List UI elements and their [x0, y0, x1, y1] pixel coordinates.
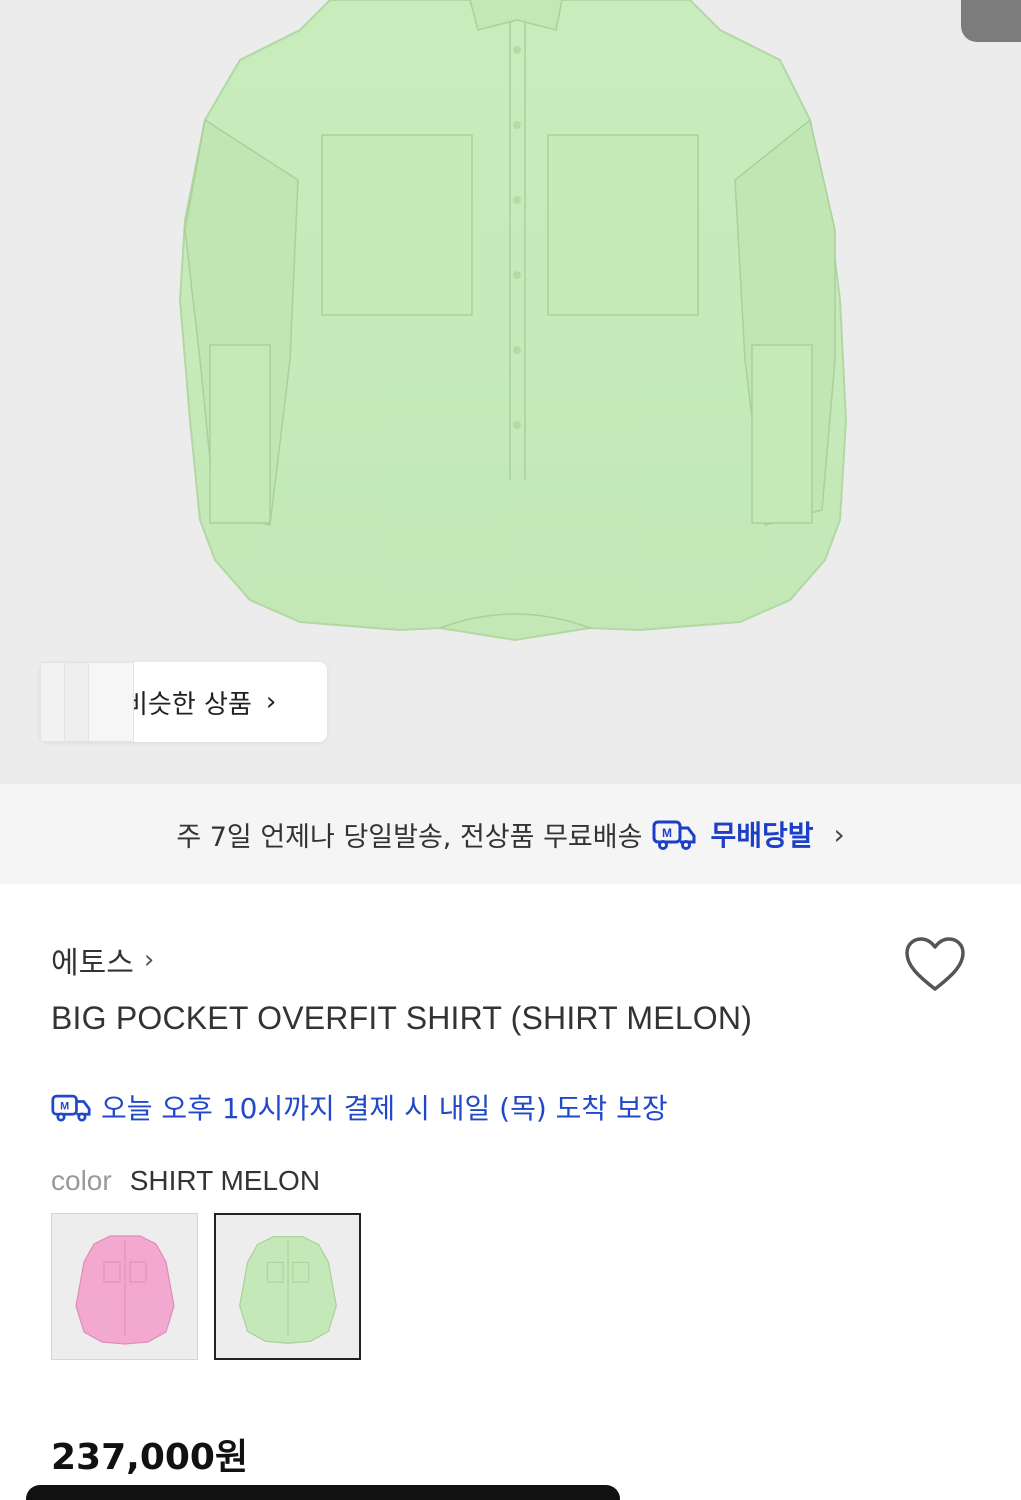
- shipping-banner[interactable]: 주 7일 언제나 당일발송, 전상품 무료배송 M 무배당발 ›: [0, 784, 1021, 884]
- brand-link[interactable]: 에토스 ›: [51, 938, 154, 982]
- similar-products-button[interactable]: 비슷한 상품 ›: [40, 662, 327, 742]
- delivery-guarantee-text: 오늘 오후 10시까지 결제 시 내일 (목) 도착 보장: [101, 1092, 668, 1125]
- color-swatch-pink[interactable]: [51, 1213, 198, 1360]
- color-label: color: [51, 1165, 112, 1196]
- product-price: 237,000원: [51, 1437, 249, 1478]
- similar-thumbnails: [40, 662, 134, 742]
- svg-text:M: M: [60, 1101, 69, 1113]
- shirt-thumbnail: [75, 1235, 175, 1345]
- color-swatch-melon[interactable]: [214, 1213, 361, 1360]
- product-hero-image: 비슷한 상품 ›: [0, 0, 1021, 784]
- product-title: BIG POCKET OVERFIT SHIRT (SHIRT MELON): [51, 1000, 753, 1036]
- delivery-guarantee: M 오늘 오후 10시까지 결제 시 내일 (목) 도착 보장: [51, 1087, 668, 1127]
- color-value: SHIRT MELON: [129, 1165, 321, 1196]
- svg-text:M: M: [662, 826, 672, 840]
- similar-products-label: 비슷한 상품: [124, 689, 252, 720]
- shirt-thumbnail: [239, 1236, 337, 1344]
- brand-name: 에토스: [51, 946, 134, 981]
- truck-icon: M: [652, 820, 696, 850]
- similar-thumbnail: [88, 662, 134, 742]
- color-swatches: [51, 1213, 361, 1360]
- menu-overlay-button[interactable]: [961, 0, 1021, 42]
- chevron-right-icon: ›: [143, 945, 155, 975]
- shipping-brand-label: 무배당발: [710, 819, 814, 852]
- heart-icon[interactable]: [903, 935, 967, 995]
- shipping-banner-text: 주 7일 언제나 당일발송, 전상품 무료배송: [176, 821, 643, 853]
- truck-icon: M: [51, 1094, 91, 1122]
- chevron-right-icon: ›: [833, 817, 845, 851]
- purchase-button[interactable]: [26, 1485, 620, 1500]
- color-row: color SHIRT MELON: [51, 1165, 320, 1197]
- chevron-right-icon: ›: [265, 687, 277, 717]
